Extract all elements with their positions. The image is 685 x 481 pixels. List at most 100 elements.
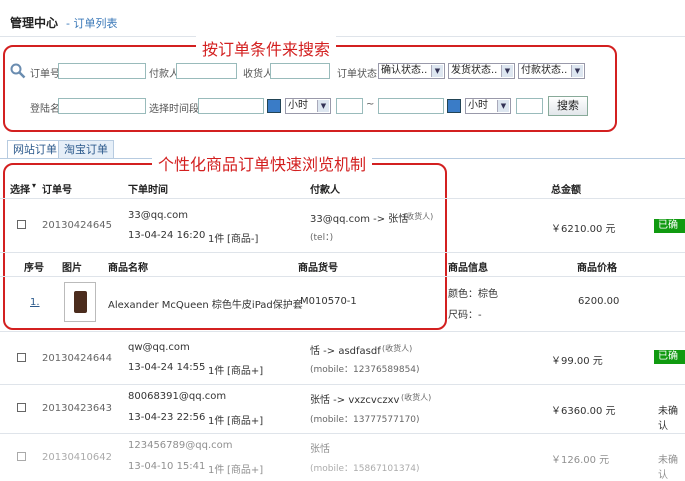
col-order-no-header: 订单号 [42,185,72,196]
detail-header-divider [0,276,685,277]
receiver-label: 收货人 [243,69,273,80]
confirm-status-select[interactable]: 确认状态.. ▼ [378,63,445,79]
table-row[interactable]: 20130410642 123456789@qq.com 13-04-10 15… [0,435,685,481]
login-name-input[interactable] [58,98,146,114]
chevron-down-icon: ▼ [501,65,513,77]
login-name-label: 登陆名 [30,104,60,115]
ipad-case-image [74,291,87,313]
order-id[interactable]: 20130424644 [42,353,112,364]
receiver-contact: (tel：) [310,233,334,243]
header-divider [0,36,685,37]
end-hour-select[interactable]: 小时 ▼ [465,98,511,114]
payer-receiver: 张恬 [310,444,330,455]
row-checkbox[interactable] [17,403,26,412]
breadcrumb-order-list[interactable]: - 订单列表 [66,15,117,31]
product-name[interactable]: Alexander McQueen 棕色牛皮iPad保护套 [108,296,303,311]
status-text: 未确认 [658,455,678,481]
status-badge: 已确认 [654,219,685,245]
order-email: qw@qq.com [128,342,190,353]
order-status-label: 订单状态 [337,69,377,80]
detail-sku-header: 商品货号 [298,263,338,274]
table-row[interactable]: 20130424644 qw@qq.com 13-04-24 14:55 1件 … [0,333,685,381]
chevron-down-icon: ▼ [317,100,329,112]
order-id[interactable]: 20130424645 [42,220,112,231]
order-id[interactable]: 20130410642 [42,452,112,463]
detail-seq-header: 序号 [24,263,44,274]
receiver-tag: (收货人) [401,393,432,402]
col-payer-header: 付款人 [310,185,340,196]
order-detail-panel: 序号 图片 商品名称 商品货号 商品信息 商品价格 1. Alexander M… [0,252,685,327]
order-qty: 1件 [208,465,225,476]
product-size: 尺码：- [448,310,482,321]
tab-taobao-orders[interactable]: 淘宝订单 [58,140,114,158]
start-date-input[interactable] [198,98,264,114]
order-time: 13-04-24 16:20 [128,230,206,241]
chevron-down-icon: ▼ [497,100,509,112]
calendar-icon[interactable] [447,99,461,113]
product-thumbnail[interactable] [64,282,96,322]
detail-seq[interactable]: 1. [30,297,40,308]
start-hour-select[interactable]: 小时 ▼ [285,98,331,114]
order-no-input[interactable] [58,63,146,79]
order-amount: ￥126.00 元 [551,455,610,466]
order-time: 13-04-24 14:55 [128,362,206,373]
product-color: 颜色：棕色 [448,289,498,300]
order-email: 123456789@qq.com [128,440,233,451]
receiver-tag: (收货人) [382,344,413,353]
row-checkbox[interactable] [17,220,26,229]
goods-toggle[interactable]: [商品-] [227,230,258,245]
pay-status-select[interactable]: 付款状态.. ▼ [518,63,585,79]
goods-toggle[interactable]: [商品+] [227,412,263,427]
status-text: 未确认 [658,406,678,432]
goods-toggle[interactable]: [商品+] [227,362,263,377]
tab-website-orders[interactable]: 网站订单 [7,140,63,158]
order-email: 33@qq.com [128,210,188,221]
browse-annotation-label: 个性化商品订单快速浏览机制 [152,151,373,175]
product-price: 6200.00 [578,296,620,307]
table-row[interactable]: 20130423643 80068391@qq.com 13-04-23 22:… [0,386,685,432]
range-separator: ~ [366,99,375,110]
start-minute-input[interactable] [336,98,363,114]
table-row[interactable]: 20130424645 33@qq.com 13-04-24 16:20 1件 … [0,199,685,251]
ship-status-select[interactable]: 发货状态.. ▼ [448,63,515,79]
time-range-label: 选择时间段 [149,104,199,115]
page-title: 管理中心 [10,16,59,30]
detail-image-header: 图片 [62,263,82,274]
order-time: 13-04-10 15:41 [128,461,206,472]
row-divider [0,384,685,385]
select-dropdown-icon[interactable]: ▾ [32,181,36,190]
receiver-input[interactable] [270,63,330,79]
order-email: 80068391@qq.com [128,391,227,402]
order-qty: 1件 [208,366,225,377]
end-minute-input[interactable] [516,98,543,114]
search-button[interactable]: 搜索 [548,96,588,116]
col-time-header: 下单时间 [128,185,168,196]
row-checkbox[interactable] [17,353,26,362]
receiver-contact: (mobile：15867101374) [310,464,420,474]
order-amount: ￥6360.00 元 [551,406,616,417]
detail-top-divider [0,252,685,253]
search-icon [10,63,26,79]
end-date-input[interactable] [378,98,444,114]
row-divider [0,331,685,332]
payer-receiver: 33@qq.com -> 张恬 [310,214,409,225]
col-total-header: 总金额 [551,185,581,196]
receiver-contact: (mobile：13777577170) [310,415,420,425]
detail-price-header: 商品价格 [577,263,617,274]
order-amount: ￥6210.00 元 [551,224,616,235]
receiver-contact: (mobile：12376589854) [310,365,420,375]
goods-toggle[interactable]: [商品+] [227,461,263,476]
order-time: 13-04-23 22:56 [128,412,206,423]
order-amount: ￥99.00 元 [551,356,603,367]
calendar-icon[interactable] [267,99,281,113]
order-qty: 1件 [208,416,225,427]
col-select-header: 选择 [10,185,30,196]
order-id[interactable]: 20130423643 [42,403,112,414]
row-divider [0,433,685,434]
row-checkbox[interactable] [17,452,26,461]
product-sku: M010570-1 [300,296,357,307]
detail-info-header: 商品信息 [448,263,488,274]
payer-input[interactable] [176,63,237,79]
payer-receiver: 恬 -> asdfasdf [310,346,381,357]
payer-label: 付款人 [149,69,179,80]
